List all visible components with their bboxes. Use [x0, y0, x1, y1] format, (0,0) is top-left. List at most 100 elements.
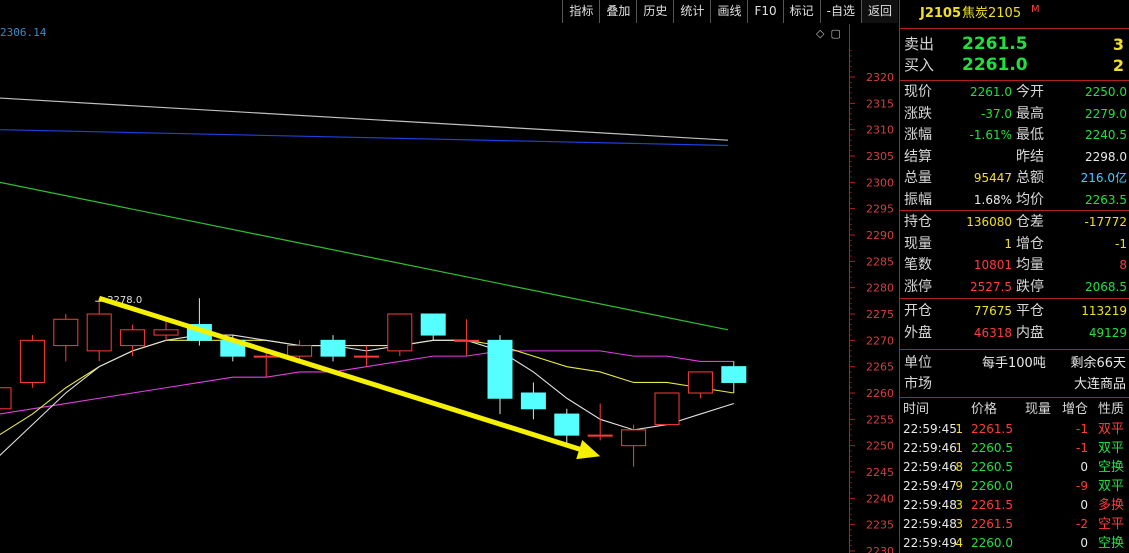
field-value: 2261.0 — [970, 85, 1012, 99]
tick-price: 2261.5 — [971, 422, 1013, 436]
field-label: 现价 — [904, 84, 932, 100]
tick-row: 22:59:49 2260.0 4 0 空换 — [900, 534, 1129, 553]
trend-arrow-head — [576, 440, 601, 460]
field-label: 总量 — [904, 170, 932, 186]
field-label: 平仓 — [1016, 303, 1044, 319]
tick-nature: 双平 — [1098, 441, 1125, 456]
field-value: -17772 — [1084, 215, 1127, 229]
tick-row: 22:59:48 2261.5 3 0 多换 — [900, 496, 1129, 515]
field-label: 涨停 — [904, 278, 932, 295]
tick-price: 2261.5 — [971, 517, 1013, 531]
tick-oi-change: 0 — [1080, 498, 1088, 512]
field-value: 95447 — [973, 171, 1012, 185]
tick-oi-change: 0 — [1080, 536, 1088, 550]
market-row: 市场 大连商品 — [904, 376, 1126, 392]
bid-volume: 2 — [1112, 56, 1124, 75]
field-value: 2240.5 — [1085, 128, 1127, 142]
tick-oi-change: -2 — [1076, 517, 1088, 531]
ticks-header: 时间 价格 现量 增仓 性质 — [903, 402, 1125, 417]
field-label: 持仓 — [904, 214, 932, 230]
field-value: 2250.0 — [1085, 85, 1127, 99]
quote-row: 涨幅 -1.61% 最低 2240.5 — [900, 126, 1129, 145]
divider — [900, 80, 1129, 81]
divider — [900, 298, 1129, 299]
y-axis-tick-label: 2305 — [866, 150, 894, 163]
tick-price: 2260.5 — [971, 460, 1013, 474]
candle-body — [287, 345, 313, 357]
kline-chart-area[interactable]: 指标 叠加 历史 统计 画线 F10 标记 -自选 返回 2306.14 ◇ ▢… — [0, 0, 898, 553]
field-value: 113219 — [1081, 304, 1127, 318]
candle-body — [454, 339, 480, 342]
tick-row: 22:59:48 2261.5 3 -2 空平 — [900, 515, 1129, 534]
tick-nature: 空换 — [1098, 460, 1125, 475]
field-label: 现量 — [904, 235, 932, 252]
y-axis-tick-label: 2310 — [866, 124, 894, 137]
y-axis-tick-label: 2240 — [866, 492, 894, 505]
candle-body — [353, 355, 379, 358]
tick-time: 22:59:47 — [903, 479, 957, 493]
candle-body — [153, 329, 179, 336]
field-label: 振幅 — [904, 191, 932, 208]
instrument-name: 焦炭2105 — [962, 6, 1022, 21]
field-value: -37.0 — [980, 106, 1012, 121]
y-axis-tick-label: 2265 — [866, 361, 894, 374]
candle-body — [0, 387, 12, 410]
field-label: 笔数 — [904, 257, 932, 273]
candle-body — [520, 392, 546, 410]
tick-volume: 9 — [955, 479, 963, 493]
candle-body — [120, 329, 146, 347]
tick-oi-change: -1 — [1076, 422, 1088, 436]
candle-body — [387, 313, 413, 352]
tick-nature: 空换 — [1098, 536, 1125, 551]
y-axis-tick-label: 2275 — [866, 308, 894, 321]
y-axis-tick-label: 2235 — [866, 519, 894, 532]
field-value: -1 — [1115, 236, 1127, 251]
tick-time: 22:59:46 — [903, 441, 957, 455]
tick-volume: 3 — [955, 498, 963, 512]
quote-panel: J2105 焦炭2105 M 卖出 2261.5 3 买入 2261.0 2 现… — [899, 0, 1129, 553]
candle-body — [53, 318, 79, 347]
y-axis-tick-label: 2270 — [866, 334, 894, 347]
ma-line-gray — [0, 97, 729, 141]
field-label: 均价 — [1016, 191, 1044, 208]
tick-row: 22:59:46 2260.5 1 -1 双平 — [900, 439, 1129, 458]
field-label: 最高 — [1016, 105, 1044, 122]
tick-price: 2260.5 — [971, 441, 1013, 455]
field-label: 跌停 — [1016, 278, 1044, 295]
field-value: 2068.5 — [1085, 279, 1127, 294]
field-value: 8 — [1119, 258, 1127, 272]
field-label: 外盘 — [904, 324, 932, 341]
price-axis-divider — [849, 24, 850, 553]
quote-row: 总量 95447 总额 216.0亿 — [900, 169, 1129, 188]
candle-body — [19, 339, 45, 383]
field-value: 1.68% — [973, 192, 1012, 207]
tick-row: 22:59:45 2261.5 1 -1 双平 — [900, 420, 1129, 439]
tick-nature: 多换 — [1098, 498, 1125, 513]
tick-time: 22:59:48 — [903, 517, 957, 531]
instrument-badge: M — [1031, 4, 1040, 15]
quote-row: 持仓 136080 仓差 -17772 — [900, 213, 1129, 232]
field-label: 涨跌 — [904, 105, 932, 122]
field-label: 总额 — [1016, 170, 1044, 186]
field-value: 2298.0 — [1085, 149, 1127, 164]
candle-body — [621, 429, 647, 447]
instrument-code: J2105 — [920, 6, 962, 21]
tick-volume: 3 — [955, 517, 963, 531]
divider — [900, 349, 1129, 350]
divider — [900, 28, 1129, 29]
ma-line-blue — [0, 129, 729, 147]
field-label: 均量 — [1016, 257, 1044, 273]
candle-body — [420, 313, 446, 336]
tick-oi-change: -1 — [1076, 441, 1088, 455]
quote-row: 涨停 2527.5 跌停 2068.5 — [900, 278, 1129, 297]
field-label: 开仓 — [904, 303, 932, 319]
field-value: 49129 — [1088, 325, 1127, 340]
y-axis-tick-label: 2230 — [866, 545, 894, 553]
tick-volume: 1 — [955, 441, 963, 455]
candle-body — [253, 355, 279, 358]
quote-row: 笔数 10801 均量 8 — [900, 256, 1129, 275]
tick-time: 22:59:49 — [903, 536, 957, 550]
y-axis-tick-label: 2255 — [866, 413, 894, 426]
candlestick-plot: 2320 2315 2310 2305 2300 2295 2290 2285 2280 2275… — [0, 50, 894, 553]
y-axis-tick-label: 2260 — [866, 387, 894, 400]
